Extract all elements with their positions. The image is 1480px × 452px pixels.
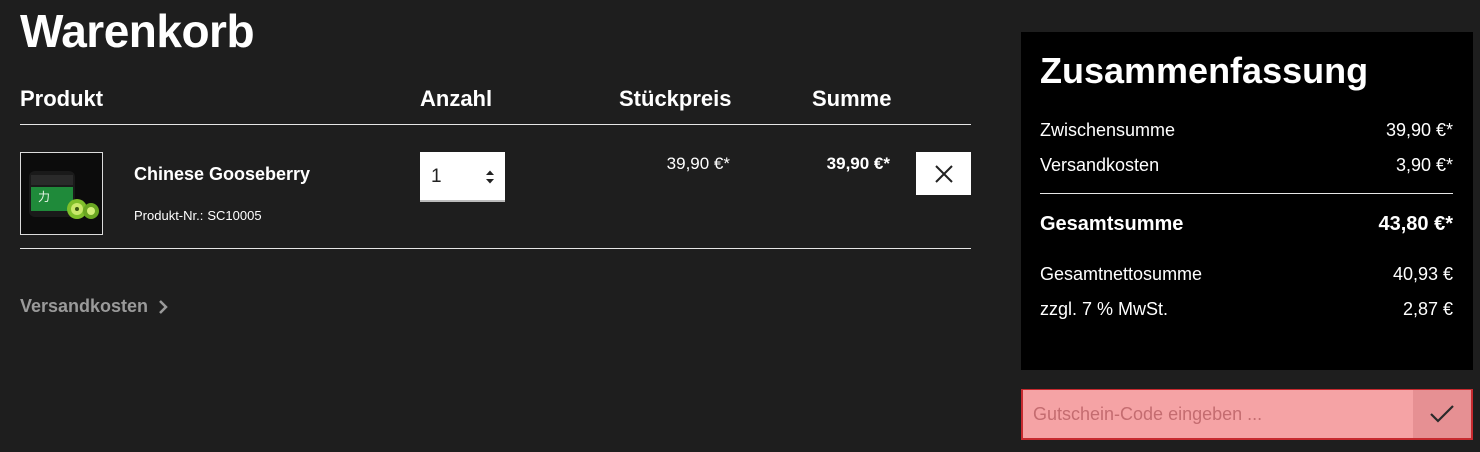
chevron-right-icon [159, 299, 168, 314]
shipping-value: 3,90 €* [1395, 155, 1453, 175]
total-label: Gesamtsumme [1040, 213, 1184, 235]
sort-arrows-icon [486, 170, 494, 184]
voucher-submit-button[interactable] [1413, 390, 1471, 438]
tax-value: 2,87 € [1402, 299, 1453, 319]
product-number: Produkt-Nr.: SC10005 [134, 208, 262, 223]
voucher-code-input[interactable] [1023, 390, 1413, 438]
summary-subtotal-row: Zwischensumme 39,90 €* [1040, 120, 1453, 141]
shipping-costs-label: Versandkosten [20, 296, 149, 316]
product-number-label: Produkt-Nr.: [134, 208, 204, 223]
summary-shipping-row: Versandkosten 3,90 €* [1040, 155, 1453, 176]
divider [20, 248, 971, 249]
quantity-value: 1 [431, 166, 442, 187]
summary-title: Zusammenfassung [1040, 50, 1369, 91]
line-total: 39,90 €* [826, 154, 890, 173]
svg-text:力: 力 [38, 190, 50, 204]
summary-total-row: Gesamtsumme 43,80 €* [1040, 213, 1453, 236]
subtotal-label: Zwischensumme [1040, 120, 1176, 140]
unit-price: 39,90 €* [666, 154, 730, 173]
summary-net-row: Gesamtnettosumme 40,93 € [1040, 264, 1453, 285]
divider [1040, 193, 1453, 194]
column-header-product: Produkt [20, 86, 104, 111]
net-value: 40,93 € [1392, 264, 1453, 284]
close-icon [934, 164, 953, 183]
order-summary: Zusammenfassung Zwischensumme 39,90 €* V… [1021, 32, 1473, 370]
product-jar-image: 力 [21, 153, 102, 234]
shipping-costs-link[interactable]: Versandkosten [20, 296, 168, 317]
product-number-value: SC10005 [207, 208, 262, 223]
product-image[interactable]: 力 [20, 152, 103, 235]
total-value: 43,80 €* [1378, 213, 1453, 235]
divider [20, 124, 971, 125]
column-header-total: Summe [812, 86, 892, 111]
quantity-select[interactable]: 1 [420, 152, 505, 202]
voucher-form [1021, 389, 1473, 440]
net-label: Gesamtnettosumme [1040, 264, 1203, 284]
remove-item-button[interactable] [916, 152, 971, 195]
page-title: Warenkorb [20, 5, 255, 57]
checkmark-icon [1430, 405, 1454, 423]
column-header-unit-price: Stückpreis [619, 86, 732, 111]
shipping-label: Versandkosten [1040, 155, 1160, 175]
product-name[interactable]: Chinese Gooseberry [134, 164, 310, 185]
subtotal-value: 39,90 €* [1385, 120, 1453, 140]
summary-tax-row: zzgl. 7 % MwSt. 2,87 € [1040, 299, 1453, 320]
column-header-quantity: Anzahl [420, 86, 493, 111]
tax-label: zzgl. 7 % MwSt. [1040, 299, 1169, 319]
